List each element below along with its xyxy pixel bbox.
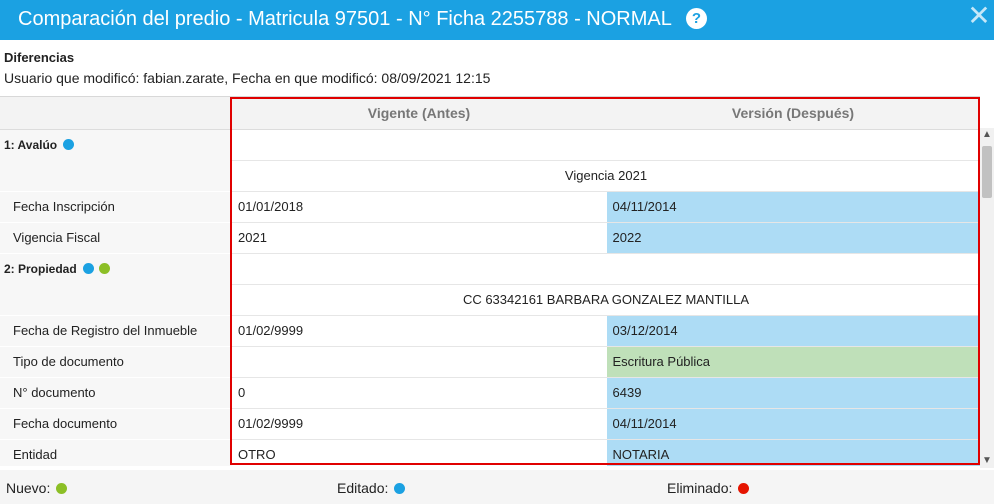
close-icon[interactable]: ✕ <box>966 2 992 30</box>
legend-new-label: Nuevo: <box>6 480 51 496</box>
section-label: 1: Avalúo <box>4 137 58 152</box>
new-dot-icon <box>56 483 68 494</box>
group-label-cell <box>0 160 232 192</box>
section-label: 2: Propiedad <box>4 261 77 276</box>
before-value: 01/01/2018 <box>232 191 607 223</box>
label-column-header <box>0 97 232 130</box>
legend-edited-label: Editado: <box>337 480 389 496</box>
table-row: Fecha documento 01/02/9999 04/11/2014 <box>0 408 980 440</box>
edited-dot-icon <box>394 483 406 494</box>
section-row-propiedad: 2: Propiedad <box>0 253 980 285</box>
section-title-avaluo: 1: Avalúo <box>0 129 232 160</box>
table-header-row: Vigente (Antes) Versión (Después) <box>0 97 980 130</box>
before-value: 2021 <box>232 222 607 254</box>
after-value: 03/12/2014 <box>606 315 980 347</box>
before-value: 0 <box>232 377 607 409</box>
scroll-down-icon[interactable]: ▼ <box>980 454 994 468</box>
section-title-propiedad: 2: Propiedad <box>0 253 232 284</box>
table-row: Fecha Inscripción 01/01/2018 04/11/2014 <box>0 191 980 223</box>
table-row: Vigencia Fiscal 2021 2022 <box>0 222 980 254</box>
group-row-owner: CC 63342161 BARBARA GONZALEZ MANTILLA <box>0 284 980 316</box>
before-value: 01/02/9999 <box>232 408 607 440</box>
field-label: Fecha Inscripción <box>0 191 232 223</box>
group-row-vigencia: Vigencia 2021 <box>0 160 980 192</box>
help-icon[interactable]: ? <box>686 8 707 29</box>
field-label: Tipo de documento <box>0 346 232 378</box>
after-value: 04/11/2014 <box>606 408 980 440</box>
field-label: Vigencia Fiscal <box>0 222 232 254</box>
legend-deleted-label: Eliminado: <box>667 480 733 496</box>
section-spacer <box>232 129 980 161</box>
vertical-scrollbar[interactable]: ▲ ▼ <box>980 128 994 468</box>
legend-edited: Editado: <box>337 480 406 496</box>
after-value: NOTARIA <box>606 439 980 466</box>
deleted-dot-icon <box>738 483 750 494</box>
after-value: Escritura Pública <box>606 346 980 378</box>
group-label-cell <box>0 284 232 316</box>
legend-bar: Nuevo: Editado: Eliminado: <box>0 470 994 504</box>
dialog-title-bar: Comparación del predio - Matricula 97501… <box>0 0 994 40</box>
field-label: Entidad <box>0 439 232 466</box>
section-row-avaluo: 1: Avalúo <box>0 129 980 161</box>
field-label: N° documento <box>0 377 232 409</box>
table-row: Fecha de Registro del Inmueble 01/02/999… <box>0 315 980 347</box>
before-column-header: Vigente (Antes) <box>232 97 606 130</box>
new-dot-icon <box>98 262 110 274</box>
scroll-up-icon[interactable]: ▲ <box>980 128 994 142</box>
group-title: CC 63342161 BARBARA GONZALEZ MANTILLA <box>232 284 980 316</box>
differences-heading: Diferencias <box>4 50 75 65</box>
legend-new: Nuevo: <box>6 480 68 496</box>
before-value: OTRO <box>232 439 607 466</box>
comparison-table: Vigente (Antes) Versión (Después) 1: Ava… <box>0 96 980 466</box>
after-value: 6439 <box>606 377 980 409</box>
after-value: 04/11/2014 <box>606 191 980 223</box>
dialog-title: Comparación del predio - Matricula 97501… <box>18 8 672 30</box>
group-title: Vigencia 2021 <box>232 160 980 192</box>
before-value <box>232 346 607 378</box>
after-value: 2022 <box>606 222 980 254</box>
scroll-thumb[interactable] <box>982 146 992 198</box>
field-label: Fecha documento <box>0 408 232 440</box>
after-column-header: Versión (Después) <box>606 97 980 130</box>
table-row: Tipo de documento Escritura Pública <box>0 346 980 378</box>
field-label: Fecha de Registro del Inmueble <box>0 315 232 347</box>
section-spacer <box>232 253 980 285</box>
before-value: 01/02/9999 <box>232 315 607 347</box>
table-row: N° documento 0 6439 <box>0 377 980 409</box>
edited-dot-icon <box>82 262 94 274</box>
table-row: Entidad OTRO NOTARIA <box>0 439 980 466</box>
edited-dot-icon <box>63 138 75 150</box>
modification-info: Usuario que modificó: fabian.zarate, Fec… <box>4 70 491 86</box>
legend-deleted: Eliminado: <box>667 480 750 496</box>
